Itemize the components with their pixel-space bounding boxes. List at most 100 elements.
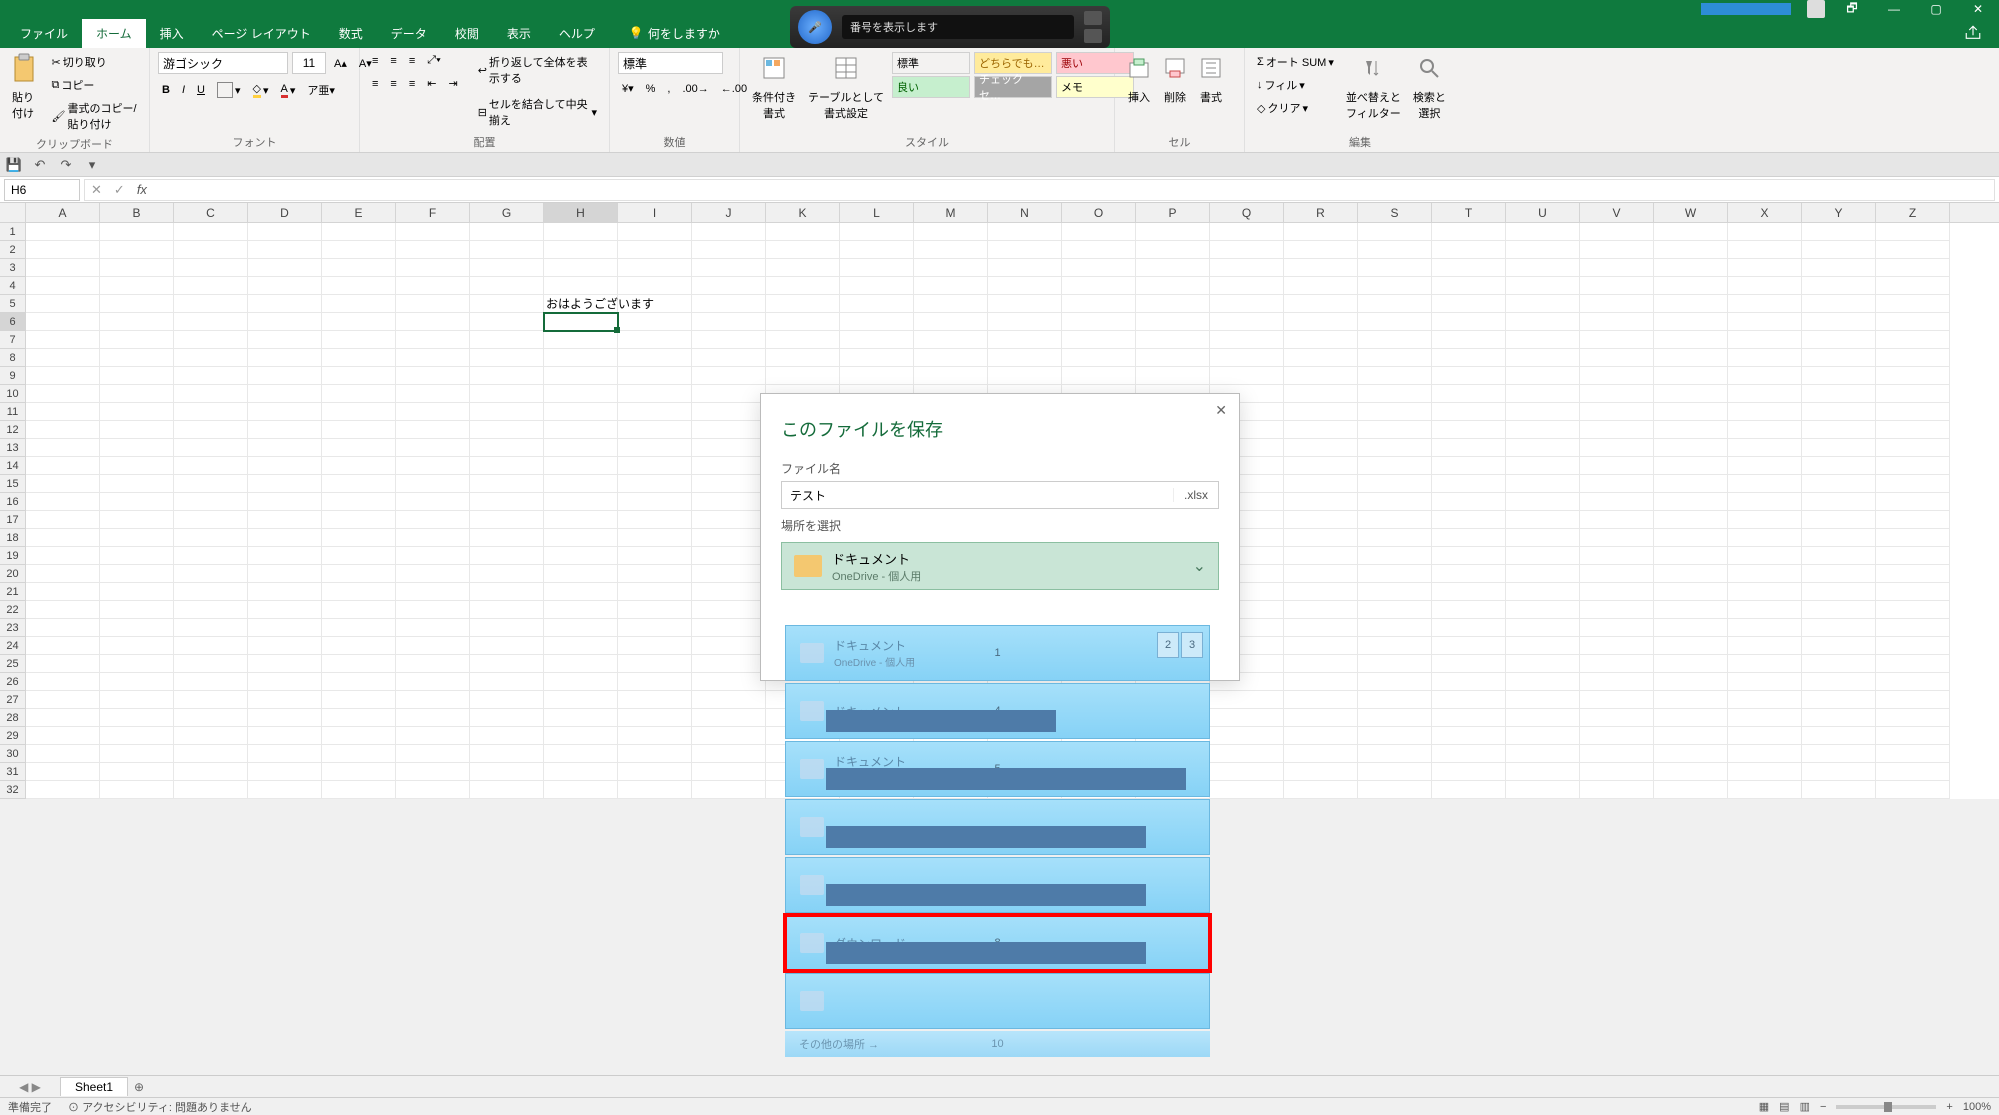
cell-G25[interactable]	[470, 655, 544, 673]
cell-J14[interactable]	[692, 457, 766, 475]
cell-X24[interactable]	[1728, 637, 1802, 655]
cell-E14[interactable]	[322, 457, 396, 475]
row-header-17[interactable]: 17	[0, 511, 26, 529]
cell-C13[interactable]	[174, 439, 248, 457]
col-header-B[interactable]: B	[100, 203, 174, 222]
cell-P6[interactable]	[1136, 313, 1210, 331]
view-page-break-icon[interactable]: ▥	[1800, 1100, 1810, 1113]
row-header-32[interactable]: 32	[0, 781, 26, 799]
cell-U9[interactable]	[1506, 367, 1580, 385]
font-size-select[interactable]	[292, 52, 326, 74]
col-header-K[interactable]: K	[766, 203, 840, 222]
cell-G30[interactable]	[470, 745, 544, 763]
cell-C28[interactable]	[174, 709, 248, 727]
cell-C2[interactable]	[174, 241, 248, 259]
cell-S25[interactable]	[1358, 655, 1432, 673]
col-header-A[interactable]: A	[26, 203, 100, 222]
cell-H8[interactable]	[544, 349, 618, 367]
cell-E21[interactable]	[322, 583, 396, 601]
cell-J29[interactable]	[692, 727, 766, 745]
cut-button[interactable]: ✂切り取り	[47, 52, 141, 72]
cell-A31[interactable]	[26, 763, 100, 781]
cell-V22[interactable]	[1580, 601, 1654, 619]
fill-color-button[interactable]: ◇▾	[249, 80, 273, 100]
cell-X20[interactable]	[1728, 565, 1802, 583]
location-item-2[interactable]: ドキュメント4	[785, 683, 1210, 739]
cell-Z14[interactable]	[1876, 457, 1950, 475]
cell-B19[interactable]	[100, 547, 174, 565]
col-header-N[interactable]: N	[988, 203, 1062, 222]
voice-minimize-icon[interactable]	[1084, 29, 1102, 43]
undo-icon[interactable]: ↶	[32, 157, 48, 173]
cell-F27[interactable]	[396, 691, 470, 709]
cell-S23[interactable]	[1358, 619, 1432, 637]
cell-G8[interactable]	[470, 349, 544, 367]
cell-C25[interactable]	[174, 655, 248, 673]
cell-X25[interactable]	[1728, 655, 1802, 673]
align-bottom-icon[interactable]: ≡	[405, 53, 419, 69]
cell-E16[interactable]	[322, 493, 396, 511]
cell-J25[interactable]	[692, 655, 766, 673]
cell-D25[interactable]	[248, 655, 322, 673]
cell-B3[interactable]	[100, 259, 174, 277]
cell-G6[interactable]	[470, 313, 544, 331]
cell-B26[interactable]	[100, 673, 174, 691]
cell-E12[interactable]	[322, 421, 396, 439]
cell-S30[interactable]	[1358, 745, 1432, 763]
microphone-icon[interactable]: 🎤	[798, 10, 832, 44]
cell-U11[interactable]	[1506, 403, 1580, 421]
cell-S3[interactable]	[1358, 259, 1432, 277]
cell-X14[interactable]	[1728, 457, 1802, 475]
cell-S26[interactable]	[1358, 673, 1432, 691]
cell-W15[interactable]	[1654, 475, 1728, 493]
cell-Q32[interactable]	[1210, 781, 1284, 799]
col-header-O[interactable]: O	[1062, 203, 1136, 222]
cell-G28[interactable]	[470, 709, 544, 727]
cell-O1[interactable]	[1062, 223, 1136, 241]
cell-B32[interactable]	[100, 781, 174, 799]
col-header-Y[interactable]: Y	[1802, 203, 1876, 222]
cell-D30[interactable]	[248, 745, 322, 763]
cell-H31[interactable]	[544, 763, 618, 781]
cell-C12[interactable]	[174, 421, 248, 439]
cell-D29[interactable]	[248, 727, 322, 745]
cell-E28[interactable]	[322, 709, 396, 727]
cell-C17[interactable]	[174, 511, 248, 529]
cell-Y6[interactable]	[1802, 313, 1876, 331]
cell-A8[interactable]	[26, 349, 100, 367]
cell-V21[interactable]	[1580, 583, 1654, 601]
cell-T18[interactable]	[1432, 529, 1506, 547]
cell-A21[interactable]	[26, 583, 100, 601]
cell-N6[interactable]	[988, 313, 1062, 331]
row-header-31[interactable]: 31	[0, 763, 26, 781]
row-header-13[interactable]: 13	[0, 439, 26, 457]
cell-C3[interactable]	[174, 259, 248, 277]
cell-T9[interactable]	[1432, 367, 1506, 385]
cell-X13[interactable]	[1728, 439, 1802, 457]
cell-X6[interactable]	[1728, 313, 1802, 331]
col-header-W[interactable]: W	[1654, 203, 1728, 222]
cell-A4[interactable]	[26, 277, 100, 295]
view-normal-icon[interactable]: ▦	[1759, 1100, 1769, 1113]
cell-G9[interactable]	[470, 367, 544, 385]
col-header-T[interactable]: T	[1432, 203, 1506, 222]
cell-L6[interactable]	[840, 313, 914, 331]
cell-O7[interactable]	[1062, 331, 1136, 349]
cell-J10[interactable]	[692, 385, 766, 403]
cell-F30[interactable]	[396, 745, 470, 763]
cell-J24[interactable]	[692, 637, 766, 655]
cell-A25[interactable]	[26, 655, 100, 673]
cell-V5[interactable]	[1580, 295, 1654, 313]
cell-M5[interactable]	[914, 295, 988, 313]
cell-F11[interactable]	[396, 403, 470, 421]
cell-Z19[interactable]	[1876, 547, 1950, 565]
cell-U16[interactable]	[1506, 493, 1580, 511]
cell-W8[interactable]	[1654, 349, 1728, 367]
cell-X5[interactable]	[1728, 295, 1802, 313]
cell-Y31[interactable]	[1802, 763, 1876, 781]
row-header-9[interactable]: 9	[0, 367, 26, 385]
cell-W7[interactable]	[1654, 331, 1728, 349]
cell-Z27[interactable]	[1876, 691, 1950, 709]
cell-A29[interactable]	[26, 727, 100, 745]
cell-W5[interactable]	[1654, 295, 1728, 313]
